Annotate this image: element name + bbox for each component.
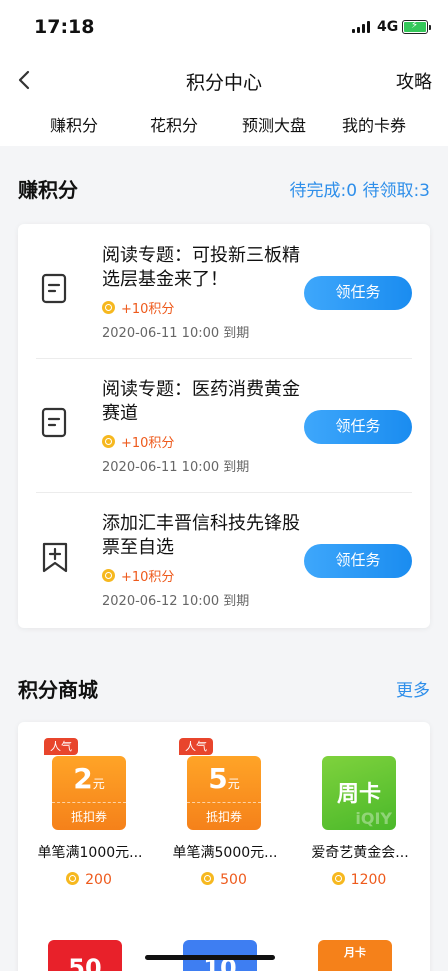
coupon-image: 5元 抵扣券	[187, 756, 261, 830]
mall-section-title: 积分商城	[18, 678, 98, 702]
earn-section-title: 赚积分	[18, 178, 78, 202]
battery-icon: ⚡	[402, 20, 431, 34]
product-name: 单笔满1000元...	[37, 845, 143, 861]
document-icon	[41, 407, 67, 438]
task-item: 添加汇丰晋信科技先锋股票至自选 +10积分 2020-06-12 10:00 到…	[36, 492, 412, 626]
status-time: 17:18	[34, 16, 95, 38]
nav-bar: 积分中心 攻略	[0, 56, 448, 104]
guide-link[interactable]: 攻略	[396, 68, 432, 94]
mall-card: 人气 2元 抵扣券 单笔满1000元... 200 人气 5元 抵扣券 单笔满5…	[18, 722, 430, 971]
coupon-label: 抵扣券	[70, 810, 107, 824]
task-points: +10积分	[102, 298, 174, 317]
task-title: 阅读专题：医药消费黄金赛道	[102, 379, 300, 424]
coupon-image: 2元 抵扣券	[52, 756, 126, 830]
bookmark-add-icon	[42, 542, 68, 573]
product-price: 500	[157, 872, 291, 888]
home-indicator[interactable]	[145, 955, 275, 960]
signal-icon	[352, 21, 372, 33]
popular-badge: 人气	[179, 738, 213, 755]
coin-icon	[201, 872, 215, 885]
product-peek[interactable]: 月卡	[318, 940, 392, 971]
coin-icon	[102, 435, 115, 448]
page-title: 积分中心	[185, 72, 262, 94]
card-label: 周卡	[336, 782, 381, 807]
task-summary[interactable]: 待完成:0 待领取:3	[290, 176, 431, 201]
task-title: 阅读专题：可投新三板精选层基金来了！	[102, 245, 300, 290]
earn-section-header: 赚积分 待完成:0 待领取:3	[18, 174, 430, 204]
product-price: 200	[22, 872, 156, 888]
mall-section-header: 积分商城 更多	[18, 674, 430, 704]
task-card: 阅读专题：可投新三板精选层基金来了！ +10积分 2020-06-11 10:0…	[18, 224, 430, 628]
tab-my-coupons[interactable]: 我的卡券	[318, 112, 430, 136]
tab-bar: 赚积分 花积分 预测大盘 我的卡券	[0, 104, 448, 146]
coupon-value: 2元	[73, 762, 105, 795]
tab-earn-points[interactable]: 赚积分	[18, 112, 130, 136]
product-name: 爱奇艺黄金会...	[311, 845, 409, 861]
coin-icon	[331, 872, 345, 885]
task-item: 阅读专题：医药消费黄金赛道 +10积分 2020-06-11 10:00 到期 …	[36, 358, 412, 492]
product-name: 单笔满5000元...	[172, 845, 278, 861]
status-bar: 17:18 4G ⚡	[0, 0, 448, 56]
coin-icon	[102, 569, 115, 582]
product-item[interactable]: 人气 2元 抵扣券 单笔满1000元... 200	[22, 722, 156, 912]
product-item[interactable]: 人气 5元 抵扣券 单笔满5000元... 500	[157, 722, 291, 912]
tab-predict-market[interactable]: 预测大盘	[218, 112, 330, 136]
more-link[interactable]: 更多	[396, 676, 430, 701]
coupon-value: 5元	[208, 762, 240, 795]
claim-task-button[interactable]: 领任务	[304, 276, 412, 310]
task-title: 添加汇丰晋信科技先锋股票至自选	[102, 513, 300, 558]
task-points: +10积分	[102, 432, 174, 451]
tab-spend-points[interactable]: 花积分	[118, 112, 230, 136]
product-item[interactable]: 周卡 iQIY 爱奇艺黄金会... 1200	[292, 722, 426, 912]
coin-icon	[66, 872, 80, 885]
claim-task-button[interactable]: 领任务	[304, 410, 412, 444]
coupon-label: 抵扣券	[205, 810, 242, 824]
task-item: 阅读专题：可投新三板精选层基金来了！ +10积分 2020-06-11 10:0…	[36, 224, 412, 358]
network-label: 4G	[377, 19, 399, 35]
product-price: 1200	[292, 872, 426, 888]
popular-badge: 人气	[44, 738, 78, 755]
task-points: +10积分	[102, 566, 174, 585]
product-peek[interactable]: 50	[48, 940, 122, 971]
membership-card-image: 周卡 iQIY	[322, 756, 396, 830]
coin-icon	[102, 301, 115, 314]
brand-watermark: iQIY	[355, 809, 392, 828]
claim-task-button[interactable]: 领任务	[304, 544, 412, 578]
task-deadline: 2020-06-11 10:00 到期	[102, 460, 250, 475]
task-deadline: 2020-06-11 10:00 到期	[102, 326, 250, 341]
document-icon	[41, 273, 67, 304]
task-deadline: 2020-06-12 10:00 到期	[102, 594, 250, 609]
